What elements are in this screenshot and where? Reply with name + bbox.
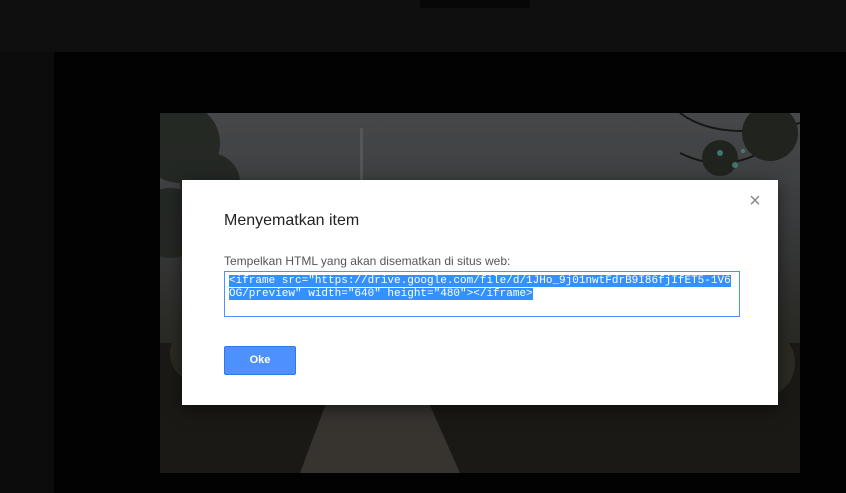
embed-dialog: × Menyematkan item Tempelkan HTML yang a… [182,180,778,405]
embed-code-text: <iframe src="https://drive.google.com/fi… [229,275,731,300]
ok-button[interactable]: Oke [224,346,296,375]
close-icon[interactable]: × [746,191,764,211]
dialog-title: Menyematkan item [224,212,360,229]
embed-code-field[interactable]: <iframe src="https://drive.google.com/fi… [224,271,740,317]
embed-instructions: Tempelkan HTML yang akan disematkan di s… [224,254,511,268]
